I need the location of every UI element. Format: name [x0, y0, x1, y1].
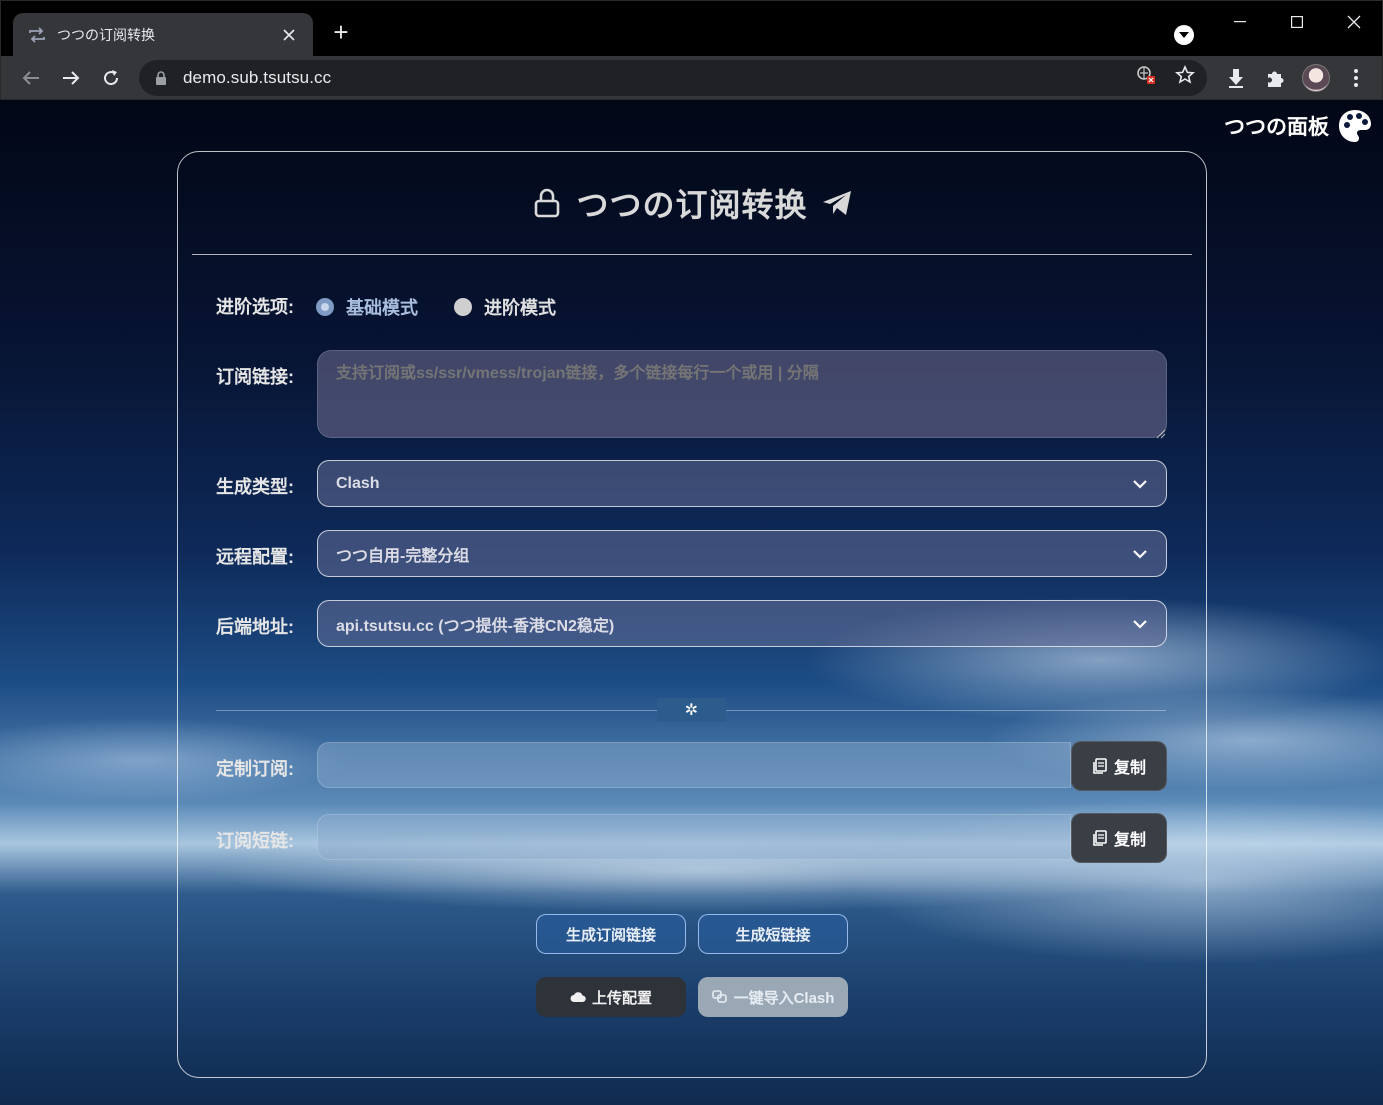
- sparkle-icon: ✲: [657, 698, 726, 722]
- upload-config-label: 上传配置: [591, 989, 652, 1007]
- chevron-down-icon: [1132, 546, 1148, 562]
- download-icon[interactable]: [1224, 66, 1248, 90]
- close-window-icon[interactable]: [1341, 11, 1367, 33]
- target-label: 生成类型:: [216, 477, 294, 497]
- import-clash-button[interactable]: 一键导入Clash: [698, 977, 848, 1017]
- lock-icon: [155, 71, 169, 85]
- short-link-label: 订阅短链:: [216, 831, 294, 851]
- profile-avatar-icon[interactable]: [1302, 64, 1330, 92]
- copy-label: 复制: [1113, 760, 1146, 777]
- generate-short-label: 生成短链接: [735, 926, 811, 944]
- page-background: つつの面板 つつの订阅转换 进阶选项: 基础模式 进阶模式 订阅链接: 支持订阅…: [0, 100, 1383, 1105]
- chevron-down-icon: [1132, 476, 1148, 492]
- clipboard-icon: [1093, 758, 1107, 774]
- translate-blocked-icon[interactable]: [1135, 64, 1157, 86]
- lock-icon: [532, 187, 562, 219]
- backend-select[interactable]: api.tsutsu.cc (つつ提供-香港CN2稳定): [317, 600, 1167, 647]
- custom-sub-output[interactable]: [317, 742, 1071, 788]
- subscription-label: 订阅链接:: [216, 367, 294, 387]
- radio-advanced-label[interactable]: 进阶模式: [484, 294, 556, 320]
- browser-tabstrip: つつの订阅转换 +: [0, 0, 1383, 57]
- browser-toolbar: demo.sub.tsutsu.cc: [0, 56, 1383, 100]
- copy-label: 复制: [1113, 832, 1146, 849]
- tab-search-icon[interactable]: [1174, 25, 1194, 45]
- radio-advanced-mode[interactable]: [454, 298, 472, 316]
- panel-header: つつの订阅转换: [192, 152, 1192, 255]
- new-tab-button[interactable]: +: [329, 19, 353, 45]
- radio-basic-mode[interactable]: [316, 298, 334, 316]
- mode-radio-group: 基础模式 进阶模式: [316, 294, 592, 320]
- custom-sub-label: 定制订阅:: [216, 759, 294, 779]
- copy-short-link-button[interactable]: 复制: [1071, 813, 1167, 863]
- short-link-output[interactable]: [317, 814, 1071, 860]
- converter-panel: つつの订阅转换 进阶选项: 基础模式 进阶模式 订阅链接: 生成类型: Clas…: [177, 151, 1207, 1078]
- remote-config-value: つつ自用-完整分组: [336, 547, 470, 565]
- maximize-icon[interactable]: [1284, 11, 1310, 33]
- backend-label: 后端地址:: [216, 617, 294, 637]
- address-bar[interactable]: demo.sub.tsutsu.cc: [139, 60, 1207, 96]
- minimize-icon[interactable]: [1227, 11, 1253, 33]
- remote-config-select[interactable]: つつ自用-完整分组: [317, 530, 1167, 577]
- clipboard-icon: [1093, 830, 1107, 846]
- bookmark-star-icon[interactable]: [1174, 64, 1196, 86]
- generate-sub-label: 生成订阅链接: [565, 926, 656, 944]
- reload-icon[interactable]: [97, 64, 125, 92]
- brand-text: つつの面板: [1224, 116, 1329, 139]
- tab-title: つつの订阅转换: [57, 27, 155, 43]
- back-arrow-icon[interactable]: [17, 64, 45, 92]
- brand-link[interactable]: つつの面板: [1224, 108, 1373, 144]
- palette-icon: [1337, 108, 1373, 144]
- extensions-puzzle-icon[interactable]: [1263, 66, 1287, 90]
- remote-config-label: 远程配置:: [216, 547, 294, 567]
- page-title: つつの订阅转换: [576, 187, 808, 223]
- radio-basic-label[interactable]: 基础模式: [346, 294, 418, 320]
- copy-custom-sub-button[interactable]: 复制: [1071, 741, 1167, 791]
- link-icon: [711, 990, 727, 1003]
- subscription-input[interactable]: [317, 350, 1167, 438]
- resize-grip-icon[interactable]: [1156, 426, 1166, 439]
- browser-tab-active[interactable]: つつの订阅转换: [13, 13, 313, 57]
- more-vert-icon[interactable]: [1344, 66, 1368, 90]
- generate-short-button[interactable]: 生成短链接: [698, 914, 848, 954]
- target-select-value: Clash: [336, 474, 380, 492]
- cloud-icon: [570, 992, 586, 1002]
- backend-value: api.tsutsu.cc (つつ提供-香港CN2稳定): [336, 617, 615, 635]
- generate-sub-button[interactable]: 生成订阅链接: [536, 914, 686, 954]
- url-text: demo.sub.tsutsu.cc: [183, 68, 332, 87]
- import-clash-label: 一键导入Clash: [733, 989, 835, 1007]
- repeat-icon: [27, 27, 47, 43]
- chevron-down-icon: [1132, 616, 1148, 632]
- telegram-icon[interactable]: [822, 187, 852, 219]
- upload-config-button[interactable]: 上传配置: [536, 977, 686, 1017]
- forward-arrow-icon[interactable]: [57, 64, 85, 92]
- target-select[interactable]: Clash: [317, 460, 1167, 507]
- close-tab-icon[interactable]: [279, 25, 299, 45]
- options-label: 进阶选项:: [216, 297, 294, 317]
